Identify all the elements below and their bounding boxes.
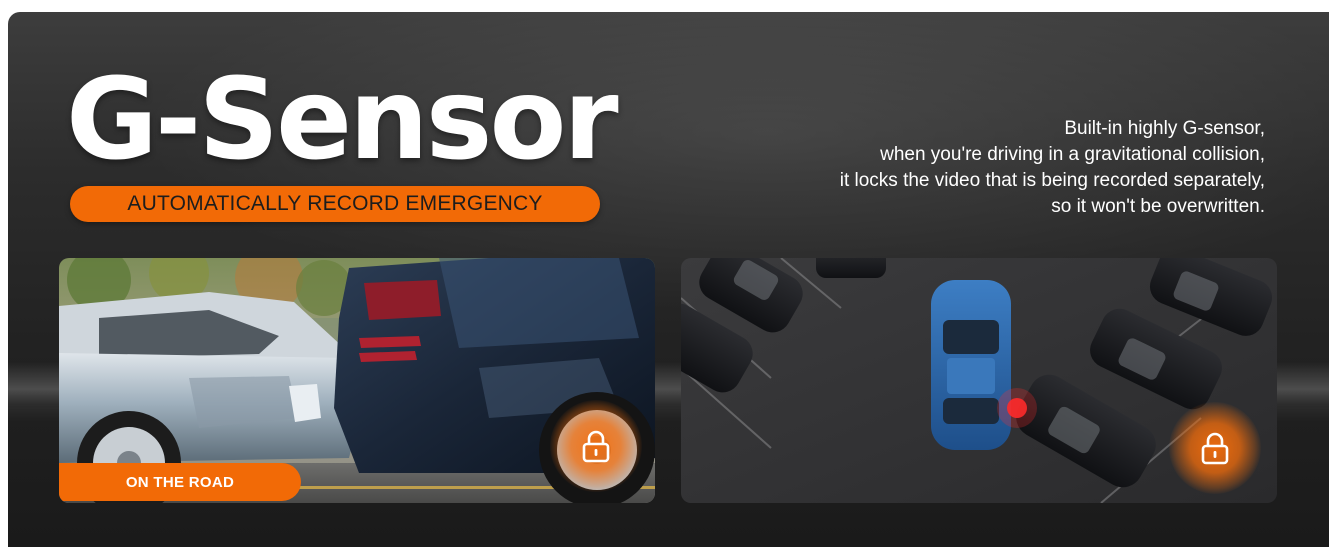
lock-icon: [582, 430, 610, 463]
lock-icon: [1201, 432, 1229, 465]
parking-scene-panel: [681, 258, 1277, 503]
lock-badge: [550, 400, 642, 492]
description-line: when you're driving in a gravitational c…: [880, 144, 1265, 165]
collision-scene-panel: ON THE ROAD: [59, 258, 655, 503]
page-title: G-Sensor: [66, 55, 619, 185]
description-line: it locks the video that is being recorde…: [839, 170, 1265, 191]
g-sensor-banner: G-Sensor AUTOMATICALLY RECORD EMERGENCY …: [8, 12, 1329, 547]
subtitle-badge: AUTOMATICALLY RECORD EMERGENCY: [70, 186, 600, 222]
lock-badge: [1169, 402, 1261, 494]
description-line: so it won't be overwritten.: [1051, 196, 1265, 217]
subtitle-text: AUTOMATICALLY RECORD EMERGENCY: [127, 192, 543, 215]
feature-description: Built-in highly G-sensor, when you're dr…: [705, 116, 1265, 220]
description-line: Built-in highly G-sensor,: [1064, 118, 1265, 139]
location-tag: ON THE ROAD: [59, 463, 301, 501]
location-tag-label: ON THE ROAD: [125, 473, 235, 491]
